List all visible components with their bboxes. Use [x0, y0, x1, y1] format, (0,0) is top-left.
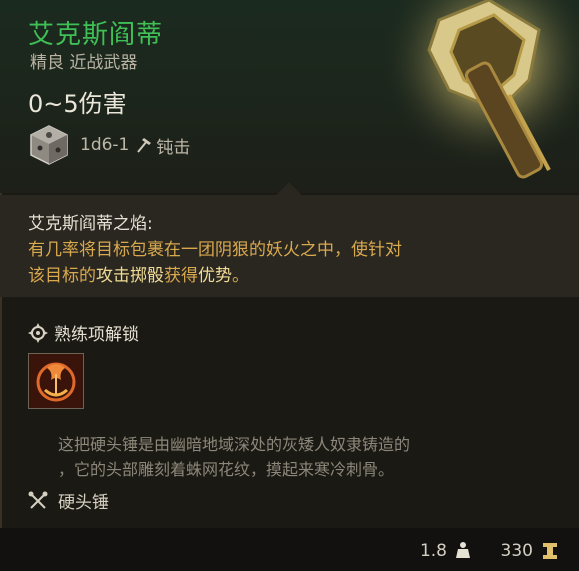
proficiency-row: 熟练项解锁 — [28, 320, 139, 345]
dice-formula: 1d6-1 — [80, 135, 130, 155]
lore-text: 这把硬头锤是由幽暗地域深处的灰矮人奴隶铸造的 ，它的头部雕刻着蛛网花纹，摸起来寒… — [58, 432, 410, 482]
price-value: 330 — [500, 541, 533, 561]
category-row: 硬头锤 — [28, 488, 109, 513]
item-type: 精良 近战武器 — [30, 53, 138, 73]
proficiency-label: 熟练项解锁 — [54, 325, 139, 345]
item-tooltip: 艾克斯阎蒂 精良 近战武器 0~5伤害 1d6-1 钝击 艾克斯阎蒂之焰: 有几… — [0, 0, 579, 571]
passive-text: 该目标的 — [28, 266, 96, 286]
damage-type: 钝击 — [156, 137, 191, 158]
proficiency-icon — [28, 322, 48, 343]
keyword-advantage[interactable]: 优势 — [198, 266, 232, 286]
weight-icon — [455, 541, 471, 559]
passive-desc-line1: 有几率将目标包裹在一团阴狠的妖火之中，使针对 — [28, 240, 402, 260]
hammer-icon — [135, 136, 153, 154]
passive-section: 艾克斯阎蒂之焰: 有几率将目标包裹在一团阴狠的妖火之中，使针对 该目标的攻击掷骰… — [0, 195, 579, 297]
tooltip-footer: 1.8 330 — [0, 528, 579, 571]
passive-text: 获得 — [164, 266, 198, 286]
item-name: 艾克斯阎蒂 — [28, 20, 164, 50]
lore-line1: 这把硬头锤是由幽暗地域深处的灰矮人奴隶铸造的 — [58, 435, 411, 454]
damage-value: 0~5伤害 — [28, 90, 127, 118]
weight-value: 1.8 — [419, 541, 447, 561]
gold-coin-icon — [541, 542, 559, 560]
passive-desc-line2: 该目标的攻击掷骰获得优势。 — [28, 261, 249, 286]
category-label: 硬头锤 — [58, 493, 109, 513]
proficiency-action-icon[interactable] — [28, 353, 84, 409]
dice-icon — [28, 124, 70, 166]
lore-line2: ，它的头部雕刻着蛛网花纹，摸起来寒冷刺骨。 — [58, 460, 395, 479]
keyword-attack-roll[interactable]: 攻击掷骰 — [96, 266, 164, 286]
tooltip-header: 艾克斯阎蒂 精良 近战武器 0~5伤害 1d6-1 钝击 — [0, 0, 579, 193]
passive-text: 。 — [232, 266, 249, 286]
passive-title: 艾克斯阎蒂之焰: — [28, 214, 153, 234]
dice-row: 1d6-1 钝击 — [28, 124, 190, 166]
crossed-maces-icon — [28, 491, 48, 511]
weapon-art-icon — [379, 0, 579, 193]
